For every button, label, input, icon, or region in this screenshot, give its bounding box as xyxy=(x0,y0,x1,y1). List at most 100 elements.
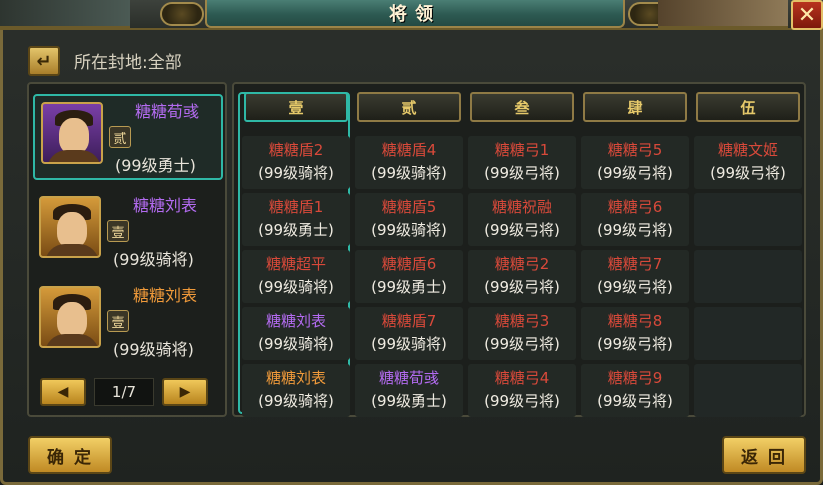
column-header: 叁 xyxy=(470,92,574,122)
slot-general-name: 糖糖弓6 xyxy=(607,198,663,216)
formation-slot[interactable]: 糖糖弓6 (99级弓将) xyxy=(581,193,689,246)
title-decoration-left xyxy=(0,0,130,28)
rank-badge: 壹 xyxy=(107,310,129,332)
slot-general-name: 糖糖超平 xyxy=(265,255,326,273)
general-level: (99级勇士) xyxy=(115,156,196,175)
column-header: 肆 xyxy=(583,92,687,122)
empty-slot[interactable] xyxy=(694,307,802,360)
next-page-button[interactable]: ▶ xyxy=(162,378,208,406)
slot-general-name: 糖糖弓1 xyxy=(494,141,550,159)
return-button[interactable]: ↵ xyxy=(28,46,60,76)
return-arrow-icon: ↵ xyxy=(36,50,52,72)
slot-general-name: 糖糖弓4 xyxy=(494,369,550,387)
slot-general-name: 糖糖弓2 xyxy=(494,255,550,273)
formation-slot[interactable]: 糖糖刘表 (99级骑将) xyxy=(242,307,350,360)
formation-slot[interactable]: 糖糖盾1 (99级勇士) xyxy=(242,193,350,246)
slot-general-name: 糖糖弓8 xyxy=(607,312,663,330)
general-item[interactable]: 壹 糖糖刘表 (99级骑将) xyxy=(33,190,223,276)
slot-general-name: 糖糖盾2 xyxy=(268,141,324,159)
empty-slot[interactable] xyxy=(694,250,802,303)
slot-general-name: 糖糖文姬 xyxy=(717,141,778,159)
formation-slot[interactable]: 糖糖弓3 (99级弓将) xyxy=(468,307,576,360)
formation-slot[interactable]: 糖糖弓1 (99级弓将) xyxy=(468,136,576,189)
rank-badge: 壹 xyxy=(107,220,129,242)
formation-slot[interactable]: 糖糖弓9 (99级弓将) xyxy=(581,364,689,417)
general-portrait xyxy=(39,196,101,258)
slot-general-level: (99级骑将) xyxy=(258,392,334,410)
column-header: 壹 xyxy=(244,92,348,122)
fief-filter-label[interactable]: 所在封地:全部 xyxy=(74,48,182,73)
column-header: 伍 xyxy=(696,92,800,122)
formation-slot[interactable]: 糖糖盾6 (99级勇士) xyxy=(355,250,463,303)
formation-grid: 壹贰叁肆伍糖糖盾2 (99级骑将) 糖糖盾1 (99级勇士) 糖糖超平 (99级骑将) 糖糖… xyxy=(232,82,806,417)
slot-general-level: (99级勇士) xyxy=(371,392,447,410)
window-title: 将领 xyxy=(389,4,441,25)
general-portrait xyxy=(41,102,103,164)
formation-slot[interactable]: 糖糖刘表 (99级骑将) xyxy=(242,364,350,417)
slot-general-name: 糖糖荀彧 xyxy=(378,369,439,387)
slot-general-name: 糖糖盾5 xyxy=(381,198,437,216)
slot-general-level: (99级弓将) xyxy=(484,221,560,239)
formation-slot[interactable]: 糖糖超平 (99级骑将) xyxy=(242,250,350,303)
formation-slot[interactable]: 糖糖荀彧 (99级勇士) xyxy=(355,364,463,417)
slot-general-level: (99级骑将) xyxy=(371,164,447,182)
slot-general-level: (99级弓将) xyxy=(597,278,673,296)
back-button[interactable]: 返回 xyxy=(722,436,806,474)
slot-general-level: (99级弓将) xyxy=(597,335,673,353)
slot-general-level: (99级弓将) xyxy=(597,392,673,410)
formation-slot[interactable]: 糖糖盾7 (99级骑将) xyxy=(355,307,463,360)
general-item[interactable]: 贰 糖糖荀彧 (99级勇士) xyxy=(33,94,223,180)
empty-slot[interactable] xyxy=(694,364,802,417)
general-portrait xyxy=(39,286,101,348)
slot-general-name: 糖糖弓7 xyxy=(607,255,663,273)
rank-badge: 贰 xyxy=(109,126,131,148)
general-level: (99级骑将) xyxy=(113,340,194,359)
slot-general-name: 糖糖盾6 xyxy=(381,255,437,273)
slot-general-level: (99级弓将) xyxy=(484,164,560,182)
slot-general-name: 糖糖盾1 xyxy=(268,198,324,216)
general-name: 糖糖刘表 xyxy=(133,286,198,305)
slot-general-level: (99级弓将) xyxy=(484,335,560,353)
slot-general-level: (99级弓将) xyxy=(597,221,673,239)
formation-slot[interactable]: 糖糖弓2 (99级弓将) xyxy=(468,250,576,303)
general-name: 糖糖刘表 xyxy=(133,196,198,215)
formation-slot[interactable]: 糖糖盾4 (99级骑将) xyxy=(355,136,463,189)
close-button[interactable]: ✕ xyxy=(791,0,823,30)
general-list: 贰 糖糖荀彧 (99级勇士) 壹 糖糖刘表 (99级骑将) 壹 糖糖刘表 (99… xyxy=(27,82,227,417)
formation-slot[interactable]: 糖糖弓7 (99级弓将) xyxy=(581,250,689,303)
formation-slot[interactable]: 糖糖弓8 (99级弓将) xyxy=(581,307,689,360)
formation-slot[interactable]: 糖糖盾2 (99级骑将) xyxy=(242,136,350,189)
empty-slot[interactable] xyxy=(694,193,802,246)
confirm-button[interactable]: 确定 xyxy=(28,436,112,474)
formation-slot[interactable]: 糖糖弓5 (99级弓将) xyxy=(581,136,689,189)
formation-slot[interactable]: 糖糖盾5 (99级骑将) xyxy=(355,193,463,246)
title-plaque: 将领 xyxy=(205,0,625,28)
title-ornament-left xyxy=(160,2,204,26)
slot-general-level: (99级骑将) xyxy=(258,278,334,296)
slot-general-level: (99级骑将) xyxy=(371,221,447,239)
slot-general-name: 糖糖弓9 xyxy=(607,369,663,387)
prev-page-button[interactable]: ◀ xyxy=(40,378,86,406)
pager: ◀ 1/7 ▶ xyxy=(40,378,208,406)
slot-general-name: 糖糖盾7 xyxy=(381,312,437,330)
formation-slot[interactable]: 糖糖弓4 (99级弓将) xyxy=(468,364,576,417)
general-level: (99级骑将) xyxy=(113,250,194,269)
slot-general-name: 糖糖刘表 xyxy=(265,312,326,330)
general-item[interactable]: 壹 糖糖刘表 (99级骑将) xyxy=(33,280,223,366)
slot-general-level: (99级骑将) xyxy=(258,164,334,182)
slot-general-name: 糖糖盾4 xyxy=(381,141,437,159)
page-indicator: 1/7 xyxy=(94,378,154,406)
slot-general-level: (99级勇士) xyxy=(258,221,334,239)
slot-general-level: (99级弓将) xyxy=(484,278,560,296)
slot-general-level: (99级弓将) xyxy=(484,392,560,410)
slot-general-level: (99级骑将) xyxy=(371,335,447,353)
slot-general-level: (99级骑将) xyxy=(258,335,334,353)
slot-general-name: 糖糖弓3 xyxy=(494,312,550,330)
slot-general-level: (99级勇士) xyxy=(371,278,447,296)
formation-slot[interactable]: 糖糖祝融 (99级弓将) xyxy=(468,193,576,246)
slot-general-name: 糖糖弓5 xyxy=(607,141,663,159)
column-header: 贰 xyxy=(357,92,461,122)
slot-general-level: (99级弓将) xyxy=(710,164,786,182)
formation-slot[interactable]: 糖糖文姬 (99级弓将) xyxy=(694,136,802,189)
slot-general-level: (99级弓将) xyxy=(597,164,673,182)
